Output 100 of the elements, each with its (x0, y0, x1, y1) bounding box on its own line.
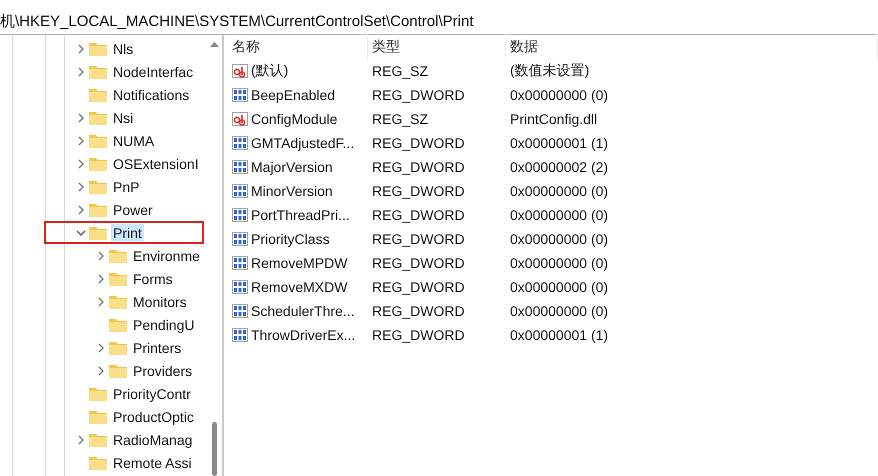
value-type: REG_DWORD (371, 231, 466, 247)
value-name: RemoveMPDW (251, 255, 348, 271)
tree-item[interactable]: NUMA (111, 132, 156, 150)
tree-item[interactable]: Print (111, 224, 144, 242)
value-data: 0x00000000 (0) (509, 255, 610, 271)
binary-value-icon (232, 208, 248, 222)
folder-icon (88, 110, 108, 126)
binary-value-icon (232, 328, 248, 342)
value-type: REG_DWORD (371, 159, 466, 175)
chevron-right-icon[interactable] (96, 274, 106, 284)
chevron-right-icon[interactable] (76, 44, 86, 54)
folder-icon (108, 248, 128, 264)
binary-value-icon (232, 280, 248, 294)
binary-value-icon (232, 136, 248, 150)
folder-icon (88, 432, 108, 448)
folder-icon (88, 224, 108, 240)
value-data: (数值未设置) (509, 62, 590, 80)
folder-icon (108, 316, 128, 332)
tree-item[interactable]: ProductOptic (111, 408, 196, 426)
value-data: 0x00000000 (0) (509, 183, 610, 199)
chevron-right-icon[interactable] (76, 204, 86, 214)
value-type: REG_DWORD (371, 279, 466, 295)
value-type: REG_SZ (371, 111, 430, 127)
chevron-right-icon[interactable] (96, 296, 106, 306)
tree-item[interactable]: PendingU (131, 316, 196, 334)
tree-item[interactable]: Providers (131, 362, 194, 380)
chevron-right-icon[interactable] (76, 112, 86, 122)
value-name: GMTAdjustedF... (251, 135, 354, 151)
value-data: 0x00000000 (0) (509, 87, 610, 103)
value-type: REG_DWORD (371, 135, 466, 151)
tree-item[interactable]: Monitors (131, 292, 189, 310)
tree-item[interactable]: PriorityContr (111, 384, 193, 402)
value-name: ThrowDriverEx... (251, 327, 356, 343)
string-value-icon (232, 64, 248, 78)
tree-item[interactable]: Power (111, 200, 155, 218)
chevron-right-icon[interactable] (76, 158, 86, 168)
value-type: REG_DWORD (371, 183, 466, 199)
binary-value-icon (232, 256, 248, 270)
string-value-icon (232, 112, 248, 126)
folder-icon (88, 202, 108, 218)
tree-item[interactable]: Nsi (111, 108, 136, 126)
chevron-right-icon[interactable] (76, 434, 86, 444)
chevron-right-icon[interactable] (76, 182, 86, 192)
folder-icon (88, 386, 108, 402)
value-type: REG_DWORD (371, 87, 466, 103)
folder-icon (108, 294, 128, 310)
folder-icon (108, 270, 128, 286)
tree-item[interactable]: Forms (131, 270, 175, 288)
binary-value-icon (232, 88, 248, 102)
tree-item[interactable]: Nls (111, 40, 136, 58)
folder-icon (88, 40, 108, 56)
tree-item[interactable]: NodeInterfac (111, 62, 196, 80)
chevron-right-icon[interactable] (96, 342, 106, 352)
tree-item[interactable]: Remote Assi (111, 454, 194, 472)
chevron-right-icon[interactable] (76, 66, 86, 76)
value-data: 0x00000001 (1) (509, 135, 610, 151)
chevron-right-icon[interactable] (96, 250, 106, 260)
value-data: PrintConfig.dll (509, 111, 598, 127)
column-header[interactable]: 类型 (368, 33, 506, 61)
value-data: 0x00000000 (0) (509, 207, 610, 223)
folder-icon (108, 340, 128, 356)
binary-value-icon (232, 304, 248, 318)
value-data: 0x00000000 (0) (509, 303, 610, 319)
value-data: 0x00000001 (1) (509, 327, 610, 343)
folder-icon (108, 362, 128, 378)
value-data: 0x00000002 (2) (509, 159, 610, 175)
value-type: REG_DWORD (371, 327, 466, 343)
value-type: REG_DWORD (371, 255, 466, 271)
value-name: SchedulerThre... (251, 303, 354, 319)
tree-item[interactable]: Environme (131, 246, 202, 264)
value-name: (默认) (251, 62, 288, 80)
value-name: MinorVersion (251, 183, 333, 199)
chevron-right-icon[interactable] (96, 366, 106, 376)
chevron-down-icon[interactable] (76, 228, 86, 238)
value-type: REG_DWORD (371, 303, 466, 319)
value-name: MajorVersion (251, 159, 333, 175)
value-name: RemoveMXDW (251, 279, 348, 295)
scroll-up-icon[interactable] (210, 41, 218, 47)
tree-item[interactable]: RadioManag (111, 430, 194, 448)
folder-icon (88, 156, 108, 172)
value-name: PortThreadPri... (251, 207, 350, 223)
binary-value-icon (232, 160, 248, 174)
column-header[interactable]: 数据 (506, 33, 878, 61)
tree-item[interactable]: Notifications (111, 86, 192, 104)
value-name: ConfigModule (251, 111, 338, 127)
scrollbar-thumb[interactable] (212, 422, 216, 476)
value-name: PriorityClass (251, 231, 330, 247)
tree-item[interactable]: Printers (131, 338, 184, 356)
value-type: REG_SZ (371, 63, 430, 79)
column-header[interactable]: 名称 (228, 33, 368, 61)
folder-icon (88, 64, 108, 80)
value-data: 0x00000000 (0) (509, 279, 610, 295)
binary-value-icon (232, 232, 248, 246)
binary-value-icon (232, 184, 248, 198)
folder-icon (88, 132, 108, 148)
chevron-right-icon[interactable] (76, 136, 86, 146)
tree-item[interactable]: PnP (111, 178, 142, 196)
tree-item[interactable]: OSExtensionI (111, 154, 201, 172)
folder-icon (88, 178, 108, 194)
address-field[interactable]: 机\HKEY_LOCAL_MACHINE\SYSTEM\CurrentControlSet\Control\Print (0, 10, 878, 34)
